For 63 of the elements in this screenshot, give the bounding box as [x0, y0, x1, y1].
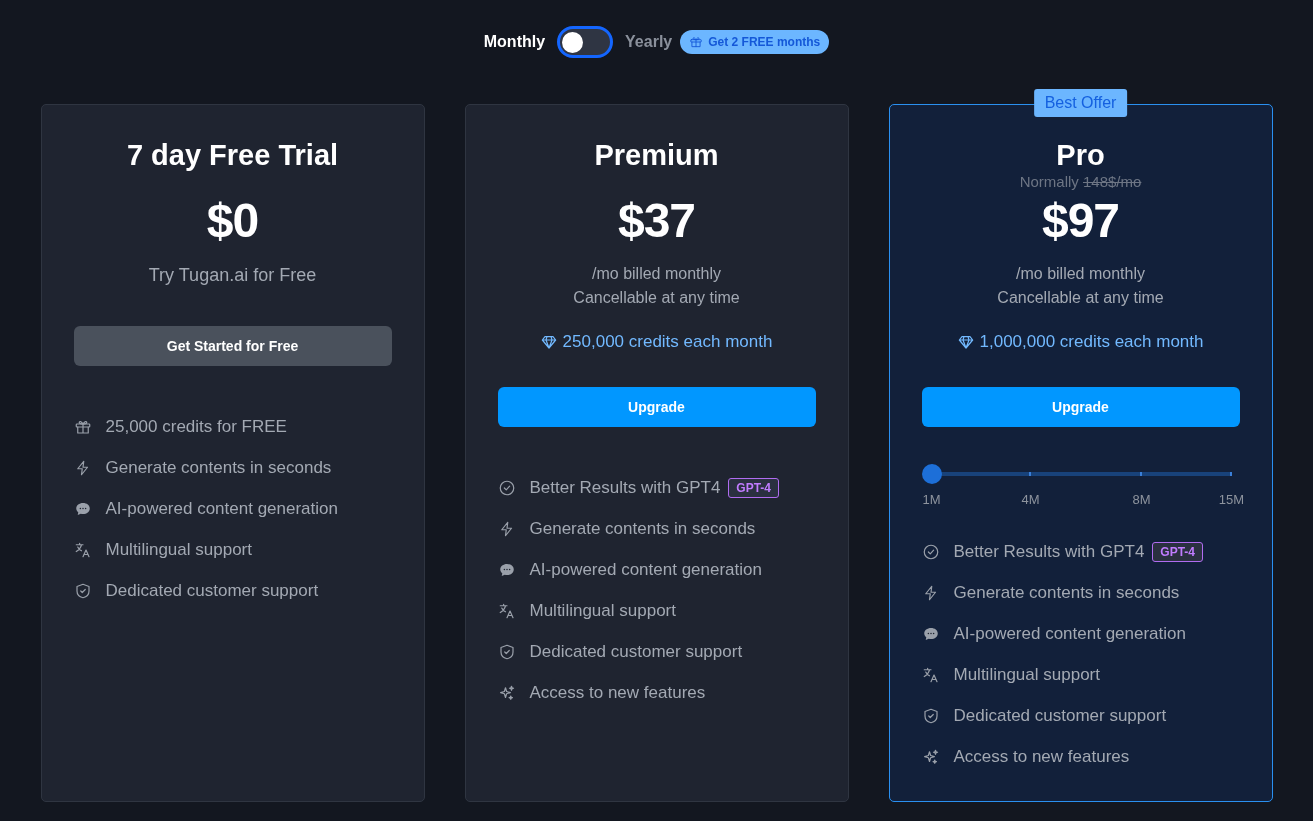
- plan-price: $37: [617, 193, 696, 249]
- feature-text: AI-powered content generation: [529, 560, 762, 580]
- gift-icon: [689, 35, 704, 49]
- check-circle-icon: [921, 543, 940, 561]
- chat-bubble-icon: [921, 625, 940, 643]
- billing-note: /mo billed monthly: [1016, 264, 1145, 284]
- diamond-icon: [540, 334, 557, 350]
- translate-icon: [921, 666, 940, 684]
- model-tag: GPT-4: [1152, 542, 1204, 562]
- promo-text: Get 2 FREE months: [708, 35, 821, 49]
- feature-text: Access to new features: [953, 747, 1130, 767]
- shield-check-icon: [921, 707, 940, 725]
- translate-icon: [497, 602, 516, 620]
- sparkle-icon: [497, 684, 516, 702]
- feature-text: Multilingual support: [105, 540, 252, 560]
- chat-bubble-icon: [497, 561, 516, 579]
- feature-text: Access to new features: [529, 683, 706, 703]
- feature-text: Dedicated customer support: [105, 581, 319, 601]
- feature-text: Dedicated customer support: [953, 706, 1167, 726]
- upgrade-button[interactable]: Upgrade: [921, 387, 1240, 427]
- upgrade-button[interactable]: Upgrade: [497, 387, 816, 427]
- check-circle-icon: [497, 479, 516, 497]
- translate-icon: [73, 541, 92, 559]
- feature-text: Multilingual support: [953, 665, 1100, 685]
- billing-note: Cancellable at any time: [573, 288, 740, 308]
- plan-price: $0: [206, 193, 259, 249]
- diamond-icon: [957, 334, 974, 350]
- slider-thumb[interactable]: [921, 464, 942, 484]
- plan-name: Premium: [594, 138, 719, 172]
- feature-text: Generate contents in seconds: [529, 519, 756, 539]
- feature-text: 25,000 credits for FREE: [105, 417, 287, 437]
- best-offer-badge: Best Offer: [1033, 89, 1128, 117]
- feature-text: Generate contents in seconds: [105, 458, 332, 478]
- shield-check-icon: [73, 582, 92, 600]
- sparkle-icon: [921, 748, 940, 766]
- normal-price-note: Normally 148$/mo: [1019, 172, 1142, 191]
- billing-note: /mo billed monthly: [592, 264, 721, 284]
- billing-option[interactable]: Monthly: [483, 33, 546, 51]
- billing-option[interactable]: Yearly: [625, 33, 673, 51]
- gift-icon: [73, 418, 92, 436]
- feature-text: AI-powered content generation: [953, 624, 1186, 644]
- plan-name: 7 day Free Trial: [126, 138, 339, 172]
- model-tag: GPT-4: [728, 478, 780, 498]
- feature-text: Multilingual support: [529, 601, 676, 621]
- shield-check-icon: [497, 643, 516, 661]
- slider-tick-label: 1M: [922, 492, 941, 507]
- feature-text: Generate contents in seconds: [953, 583, 1180, 603]
- feature-text: Better Results with GPT4: [953, 542, 1145, 562]
- billing-toggle[interactable]: [557, 26, 614, 58]
- chat-bubble-icon: [73, 500, 92, 518]
- slider-tick-label: 15M: [1218, 492, 1245, 507]
- get-started-button[interactable]: Get Started for Free: [73, 326, 392, 366]
- billing-note: Cancellable at any time: [997, 288, 1164, 308]
- slider-tick-label: 4M: [1021, 492, 1040, 507]
- slider-tick-label: 8M: [1132, 492, 1151, 507]
- plan-price: $97: [1041, 193, 1120, 249]
- credits-text: 1,000,000 credits each month: [979, 331, 1204, 353]
- plan-tagline: Try Tugan.ai for Free: [148, 264, 317, 286]
- plan-name: Pro: [1056, 138, 1105, 172]
- feature-text: Dedicated customer support: [529, 642, 743, 662]
- feature-text: AI-powered content generation: [105, 499, 338, 519]
- feature-text: Better Results with GPT4: [529, 478, 721, 498]
- credits-text: 250,000 credits each month: [562, 331, 773, 353]
